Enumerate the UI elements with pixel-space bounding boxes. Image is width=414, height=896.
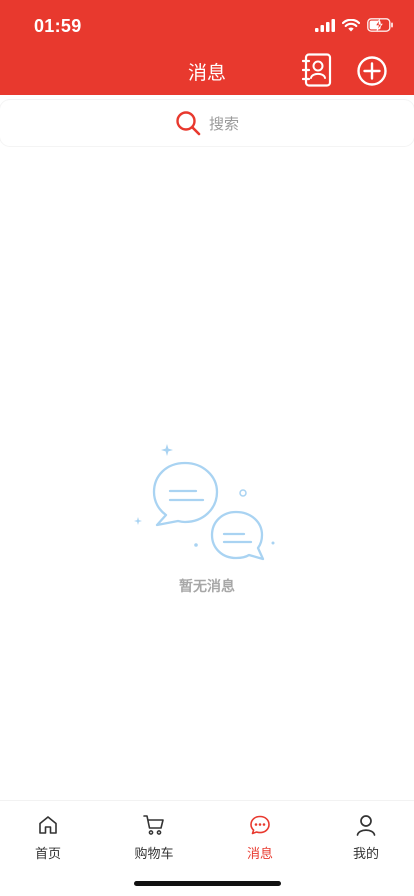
user-icon: [356, 815, 376, 836]
page-title: 消息: [187, 62, 226, 84]
signal-icon: [315, 18, 335, 32]
tab-home[interactable]: 首页: [8, 813, 88, 863]
wifi-icon: [342, 18, 360, 31]
battery-icon: [367, 18, 393, 32]
tab-home-label: 首页: [34, 847, 61, 862]
status-icons: [315, 18, 394, 32]
tab-profile[interactable]: 我的: [326, 813, 406, 863]
app-header: 01:59 消息: [0, 0, 414, 95]
home-icon: [39, 816, 57, 834]
contacts-book-icon: [301, 53, 332, 87]
add-button[interactable]: [356, 55, 388, 87]
status-bar: 01:59: [0, 0, 414, 50]
tab-cart-label: 购物车: [134, 847, 174, 862]
search-icon: [176, 111, 201, 136]
empty-state: [0, 444, 414, 570]
plus-circle-icon: [357, 56, 387, 86]
chat-bubbles-icon: [134, 444, 275, 561]
search-placeholder: 搜索: [208, 114, 239, 133]
status-time: 01:59: [34, 16, 82, 36]
empty-state-text: 暂无消息: [179, 579, 235, 595]
tab-messages[interactable]: 消息: [220, 813, 300, 863]
contacts-button[interactable]: [301, 53, 332, 87]
message-icon: [250, 815, 270, 835]
tab-profile-label: 我的: [352, 847, 379, 862]
tab-cart[interactable]: 购物车: [114, 813, 194, 863]
search-bar[interactable]: 搜索: [0, 100, 414, 146]
home-indicator: [134, 881, 281, 886]
tab-messages-label: 消息: [246, 847, 273, 862]
cart-icon: [143, 815, 164, 835]
